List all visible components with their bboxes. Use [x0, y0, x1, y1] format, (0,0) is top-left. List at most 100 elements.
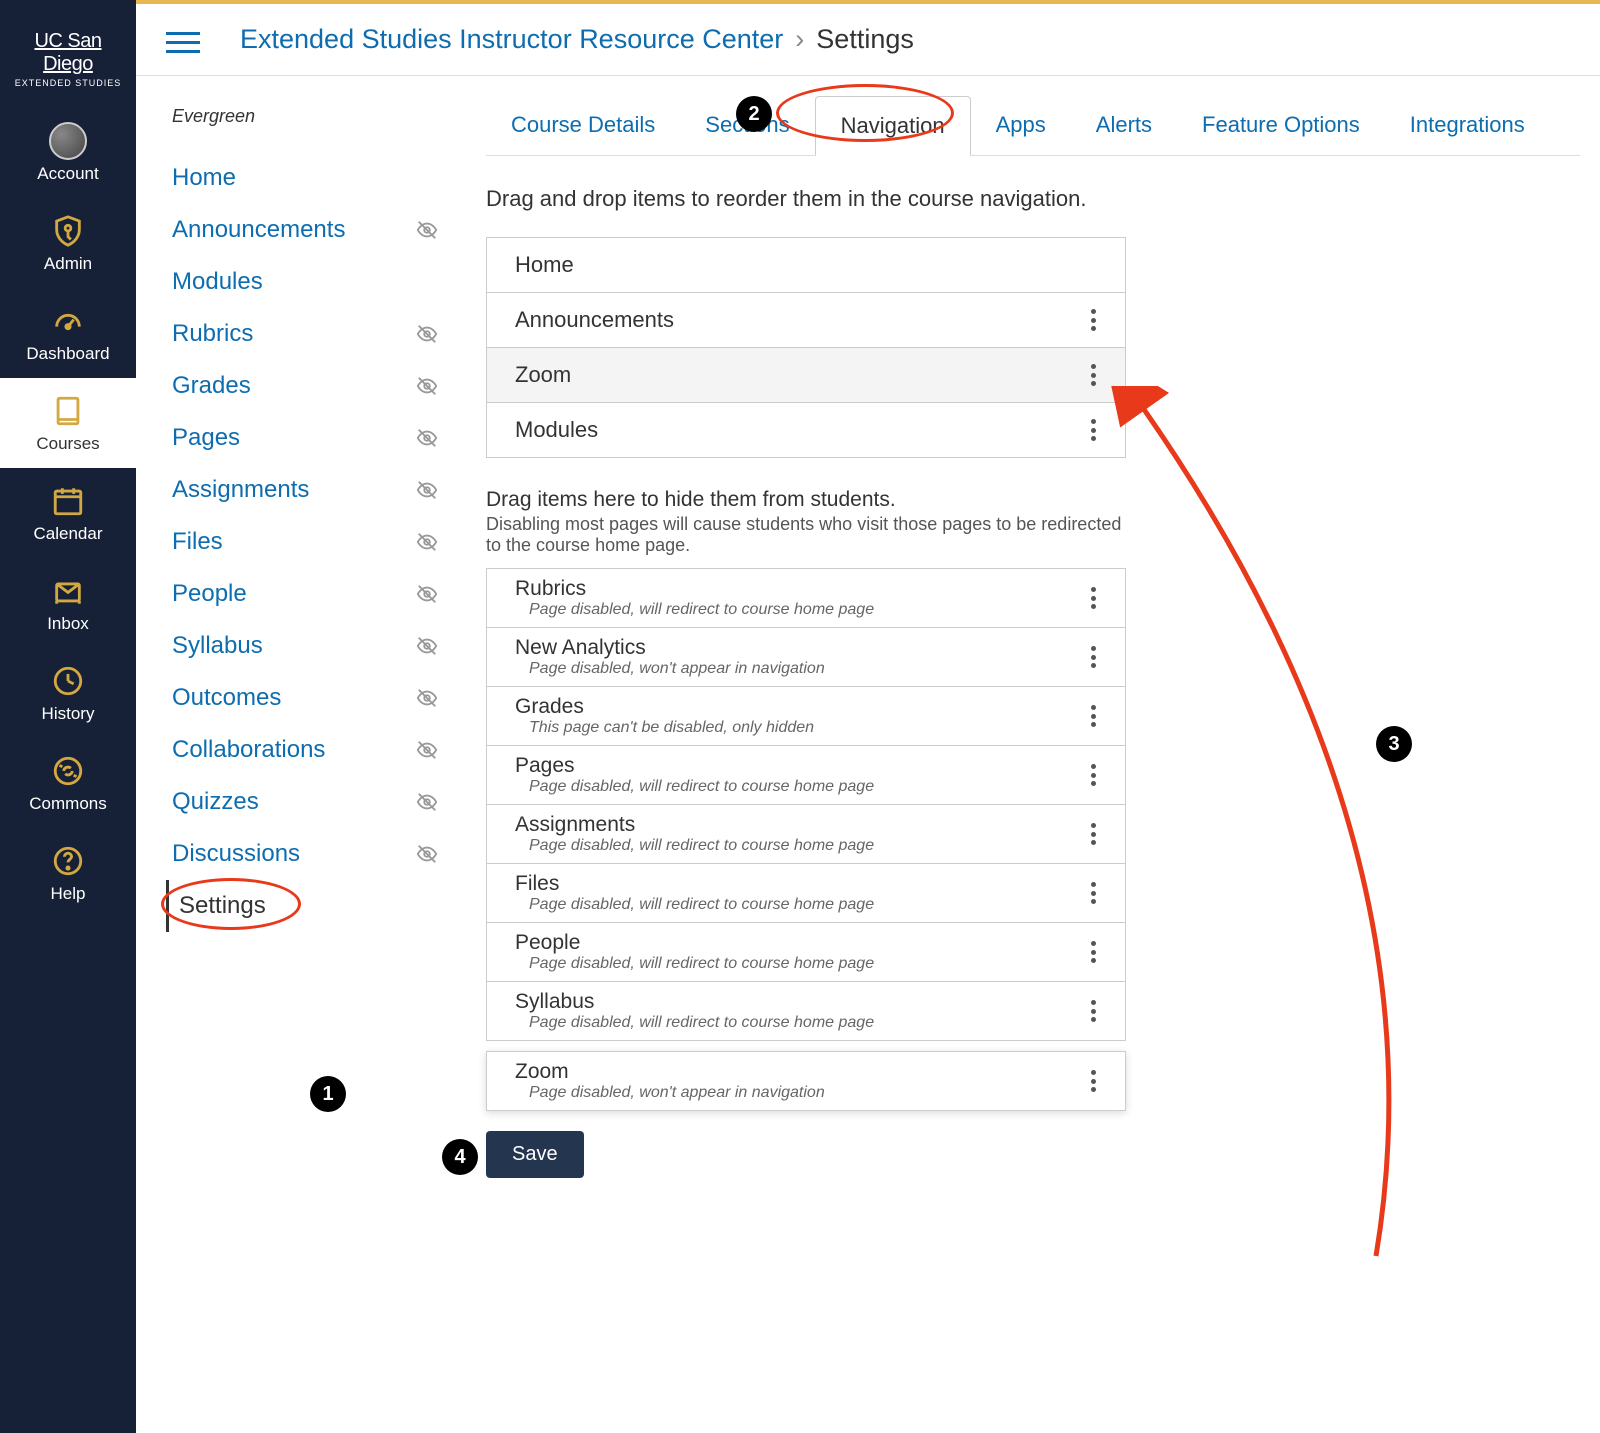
global-nav-item-courses[interactable]: Courses	[0, 378, 136, 468]
global-nav-label: Help	[51, 884, 86, 904]
hidden-item-name: Grades	[515, 695, 814, 719]
tab-course-details[interactable]: Course Details	[486, 96, 680, 155]
course-nav-link[interactable]: Settings	[179, 892, 266, 920]
course-nav-item-assignments[interactable]: Assignments	[166, 464, 446, 516]
settings-tabs: Course DetailsSectionsNavigationAppsAler…	[486, 96, 1580, 156]
course-nav-item-outcomes[interactable]: Outcomes	[166, 672, 446, 724]
course-nav-link[interactable]: Syllabus	[172, 632, 263, 660]
course-nav-link[interactable]: Outcomes	[172, 684, 281, 712]
commons-icon	[49, 752, 87, 790]
course-nav-link[interactable]: Announcements	[172, 216, 345, 244]
course-nav-item-files[interactable]: Files	[166, 516, 446, 568]
annotation-badge-3: 3	[1376, 726, 1412, 762]
hidden-nav-item[interactable]: PagesPage disabled, will redirect to cou…	[487, 745, 1125, 804]
tab-alerts[interactable]: Alerts	[1071, 96, 1177, 155]
course-nav: Evergreen Home Announcements Modules Rubric…	[166, 76, 446, 1433]
global-nav-item-history[interactable]: History	[0, 648, 136, 738]
global-nav-item-admin[interactable]: Admin	[0, 198, 136, 288]
book-icon	[49, 392, 87, 430]
eye-off-icon	[414, 791, 440, 813]
kebab-icon[interactable]	[1091, 587, 1097, 609]
tab-integrations[interactable]: Integrations	[1385, 96, 1550, 155]
course-nav-link[interactable]: Pages	[172, 424, 240, 452]
visible-nav-list[interactable]: HomeAnnouncementsZoomModules	[486, 237, 1126, 458]
settings-panel: Course DetailsSectionsNavigationAppsAler…	[446, 76, 1600, 1433]
kebab-icon[interactable]	[1091, 882, 1097, 904]
hidden-item-desc: Page disabled, will redirect to course h…	[529, 955, 874, 973]
tab-feature-options[interactable]: Feature Options	[1177, 96, 1385, 155]
global-nav-label: Dashboard	[26, 344, 109, 364]
course-nav-item-modules[interactable]: Modules	[166, 256, 446, 308]
course-nav-link[interactable]: Home	[172, 164, 236, 192]
hidden-nav-item[interactable]: New AnalyticsPage disabled, won't appear…	[487, 627, 1125, 686]
dragging-zoom-item[interactable]: Zoom Page disabled, won't appear in navi…	[486, 1051, 1126, 1111]
course-nav-item-pages[interactable]: Pages	[166, 412, 446, 464]
save-button[interactable]: Save	[486, 1131, 584, 1178]
course-nav-link[interactable]: Quizzes	[172, 788, 259, 816]
course-nav-item-grades[interactable]: Grades	[166, 360, 446, 412]
hidden-nav-item[interactable]: PeoplePage disabled, will redirect to co…	[487, 922, 1125, 981]
course-nav-item-home[interactable]: Home	[166, 152, 446, 204]
tab-navigation[interactable]: Navigation	[815, 96, 971, 156]
global-nav-label: Inbox	[47, 614, 89, 634]
hidden-nav-item[interactable]: SyllabusPage disabled, will redirect to …	[487, 981, 1125, 1040]
course-nav-link[interactable]: Grades	[172, 372, 251, 400]
hidden-nav-item[interactable]: RubricsPage disabled, will redirect to c…	[487, 569, 1125, 627]
global-nav-label: Commons	[29, 794, 106, 814]
kebab-icon[interactable]	[1091, 764, 1097, 786]
visible-nav-item[interactable]: Home	[487, 238, 1125, 292]
course-nav-item-syllabus[interactable]: Syllabus	[166, 620, 446, 672]
eye-off-icon	[414, 427, 440, 449]
tab-apps[interactable]: Apps	[971, 96, 1071, 155]
hidden-nav-list[interactable]: RubricsPage disabled, will redirect to c…	[486, 568, 1126, 1041]
course-nav-item-quizzes[interactable]: Quizzes	[166, 776, 446, 828]
visible-nav-item[interactable]: Zoom	[487, 347, 1125, 402]
kebab-icon[interactable]	[1091, 364, 1097, 386]
dragging-item-name: Zoom	[515, 1060, 825, 1084]
kebab-icon[interactable]	[1091, 705, 1097, 727]
course-nav-item-discussions[interactable]: Discussions	[166, 828, 446, 880]
course-nav-link[interactable]: People	[172, 580, 247, 608]
inbox-icon	[49, 572, 87, 610]
course-nav-link[interactable]: Collaborations	[172, 736, 325, 764]
hidden-nav-item[interactable]: GradesThis page can't be disabled, only …	[487, 686, 1125, 745]
hidden-nav-item[interactable]: AssignmentsPage disabled, will redirect …	[487, 804, 1125, 863]
global-nav-item-calendar[interactable]: Calendar	[0, 468, 136, 558]
kebab-icon[interactable]	[1091, 823, 1097, 845]
global-nav-item-account[interactable]: Account	[0, 108, 136, 198]
global-nav-item-commons[interactable]: Commons	[0, 738, 136, 828]
hide-subtext: Disabling most pages will cause students…	[486, 514, 1126, 556]
calendar-icon	[49, 482, 87, 520]
eye-off-icon	[414, 479, 440, 501]
course-nav-link[interactable]: Rubrics	[172, 320, 253, 348]
annotation-badge-2: 2	[736, 96, 772, 132]
main-area: Extended Studies Instructor Resource Cen…	[136, 0, 1600, 1433]
course-nav-item-people[interactable]: People	[166, 568, 446, 620]
hamburger-icon[interactable]	[166, 26, 200, 54]
global-nav-item-dashboard[interactable]: Dashboard	[0, 288, 136, 378]
course-nav-item-collaborations[interactable]: Collaborations	[166, 724, 446, 776]
kebab-icon[interactable]	[1091, 646, 1097, 668]
course-nav-item-announcements[interactable]: Announcements	[166, 204, 446, 256]
course-nav-item-rubrics[interactable]: Rubrics	[166, 308, 446, 360]
course-nav-link[interactable]: Files	[172, 528, 223, 556]
kebab-icon[interactable]	[1091, 309, 1097, 331]
kebab-icon[interactable]	[1091, 1070, 1097, 1092]
course-nav-item-settings[interactable]: Settings	[166, 880, 446, 932]
kebab-icon[interactable]	[1091, 1000, 1097, 1022]
course-term-badge: Evergreen	[166, 106, 446, 127]
visible-nav-item[interactable]: Announcements	[487, 292, 1125, 347]
course-nav-link[interactable]: Assignments	[172, 476, 309, 504]
eye-off-icon	[414, 687, 440, 709]
global-nav-item-help[interactable]: Help	[0, 828, 136, 918]
visible-nav-item[interactable]: Modules	[487, 402, 1125, 457]
hidden-item-desc: Page disabled, will redirect to course h…	[529, 601, 874, 619]
hidden-nav-item[interactable]: FilesPage disabled, will redirect to cou…	[487, 863, 1125, 922]
kebab-icon[interactable]	[1091, 941, 1097, 963]
global-nav-label: Admin	[44, 254, 92, 274]
global-nav-item-inbox[interactable]: Inbox	[0, 558, 136, 648]
course-nav-link[interactable]: Discussions	[172, 840, 300, 868]
course-nav-link[interactable]: Modules	[172, 268, 263, 296]
breadcrumb-link[interactable]: Extended Studies Instructor Resource Cen…	[240, 24, 783, 55]
kebab-icon[interactable]	[1091, 419, 1097, 441]
